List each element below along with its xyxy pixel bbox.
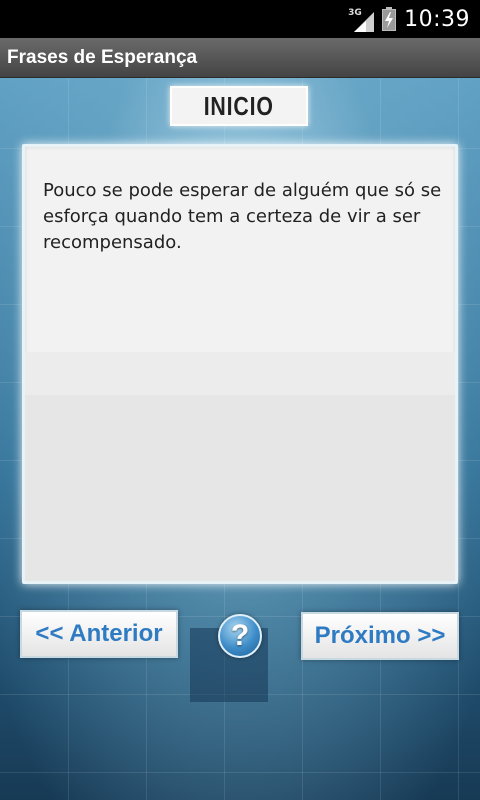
quote-panel-lower: [25, 395, 455, 581]
quote-text: Pouco se pode esperar de alguém que só s…: [43, 180, 442, 253]
status-icons: 3G: [348, 0, 397, 38]
signal-icon: 3G: [348, 6, 375, 32]
quote-panel-band: [25, 352, 455, 397]
status-bar: 3G 10:39: [0, 0, 480, 38]
app-title: Frases de Esperança: [7, 46, 198, 68]
main-content: INICIO Pouco se pode esperar de alguém q…: [0, 78, 480, 800]
app-title-bar: Frases de Esperança: [0, 38, 480, 78]
battery-charging-icon: [382, 7, 397, 31]
clock: 10:39: [404, 6, 470, 32]
previous-button[interactable]: << Anterior: [20, 610, 178, 658]
inicio-button-label: INICIO: [203, 90, 275, 121]
signal-bars-icon: [354, 12, 375, 32]
help-button[interactable]: ?: [218, 614, 262, 658]
next-button[interactable]: Próximo >>: [301, 612, 459, 660]
help-icon: ?: [230, 619, 250, 652]
inicio-button[interactable]: INICIO: [170, 86, 308, 126]
